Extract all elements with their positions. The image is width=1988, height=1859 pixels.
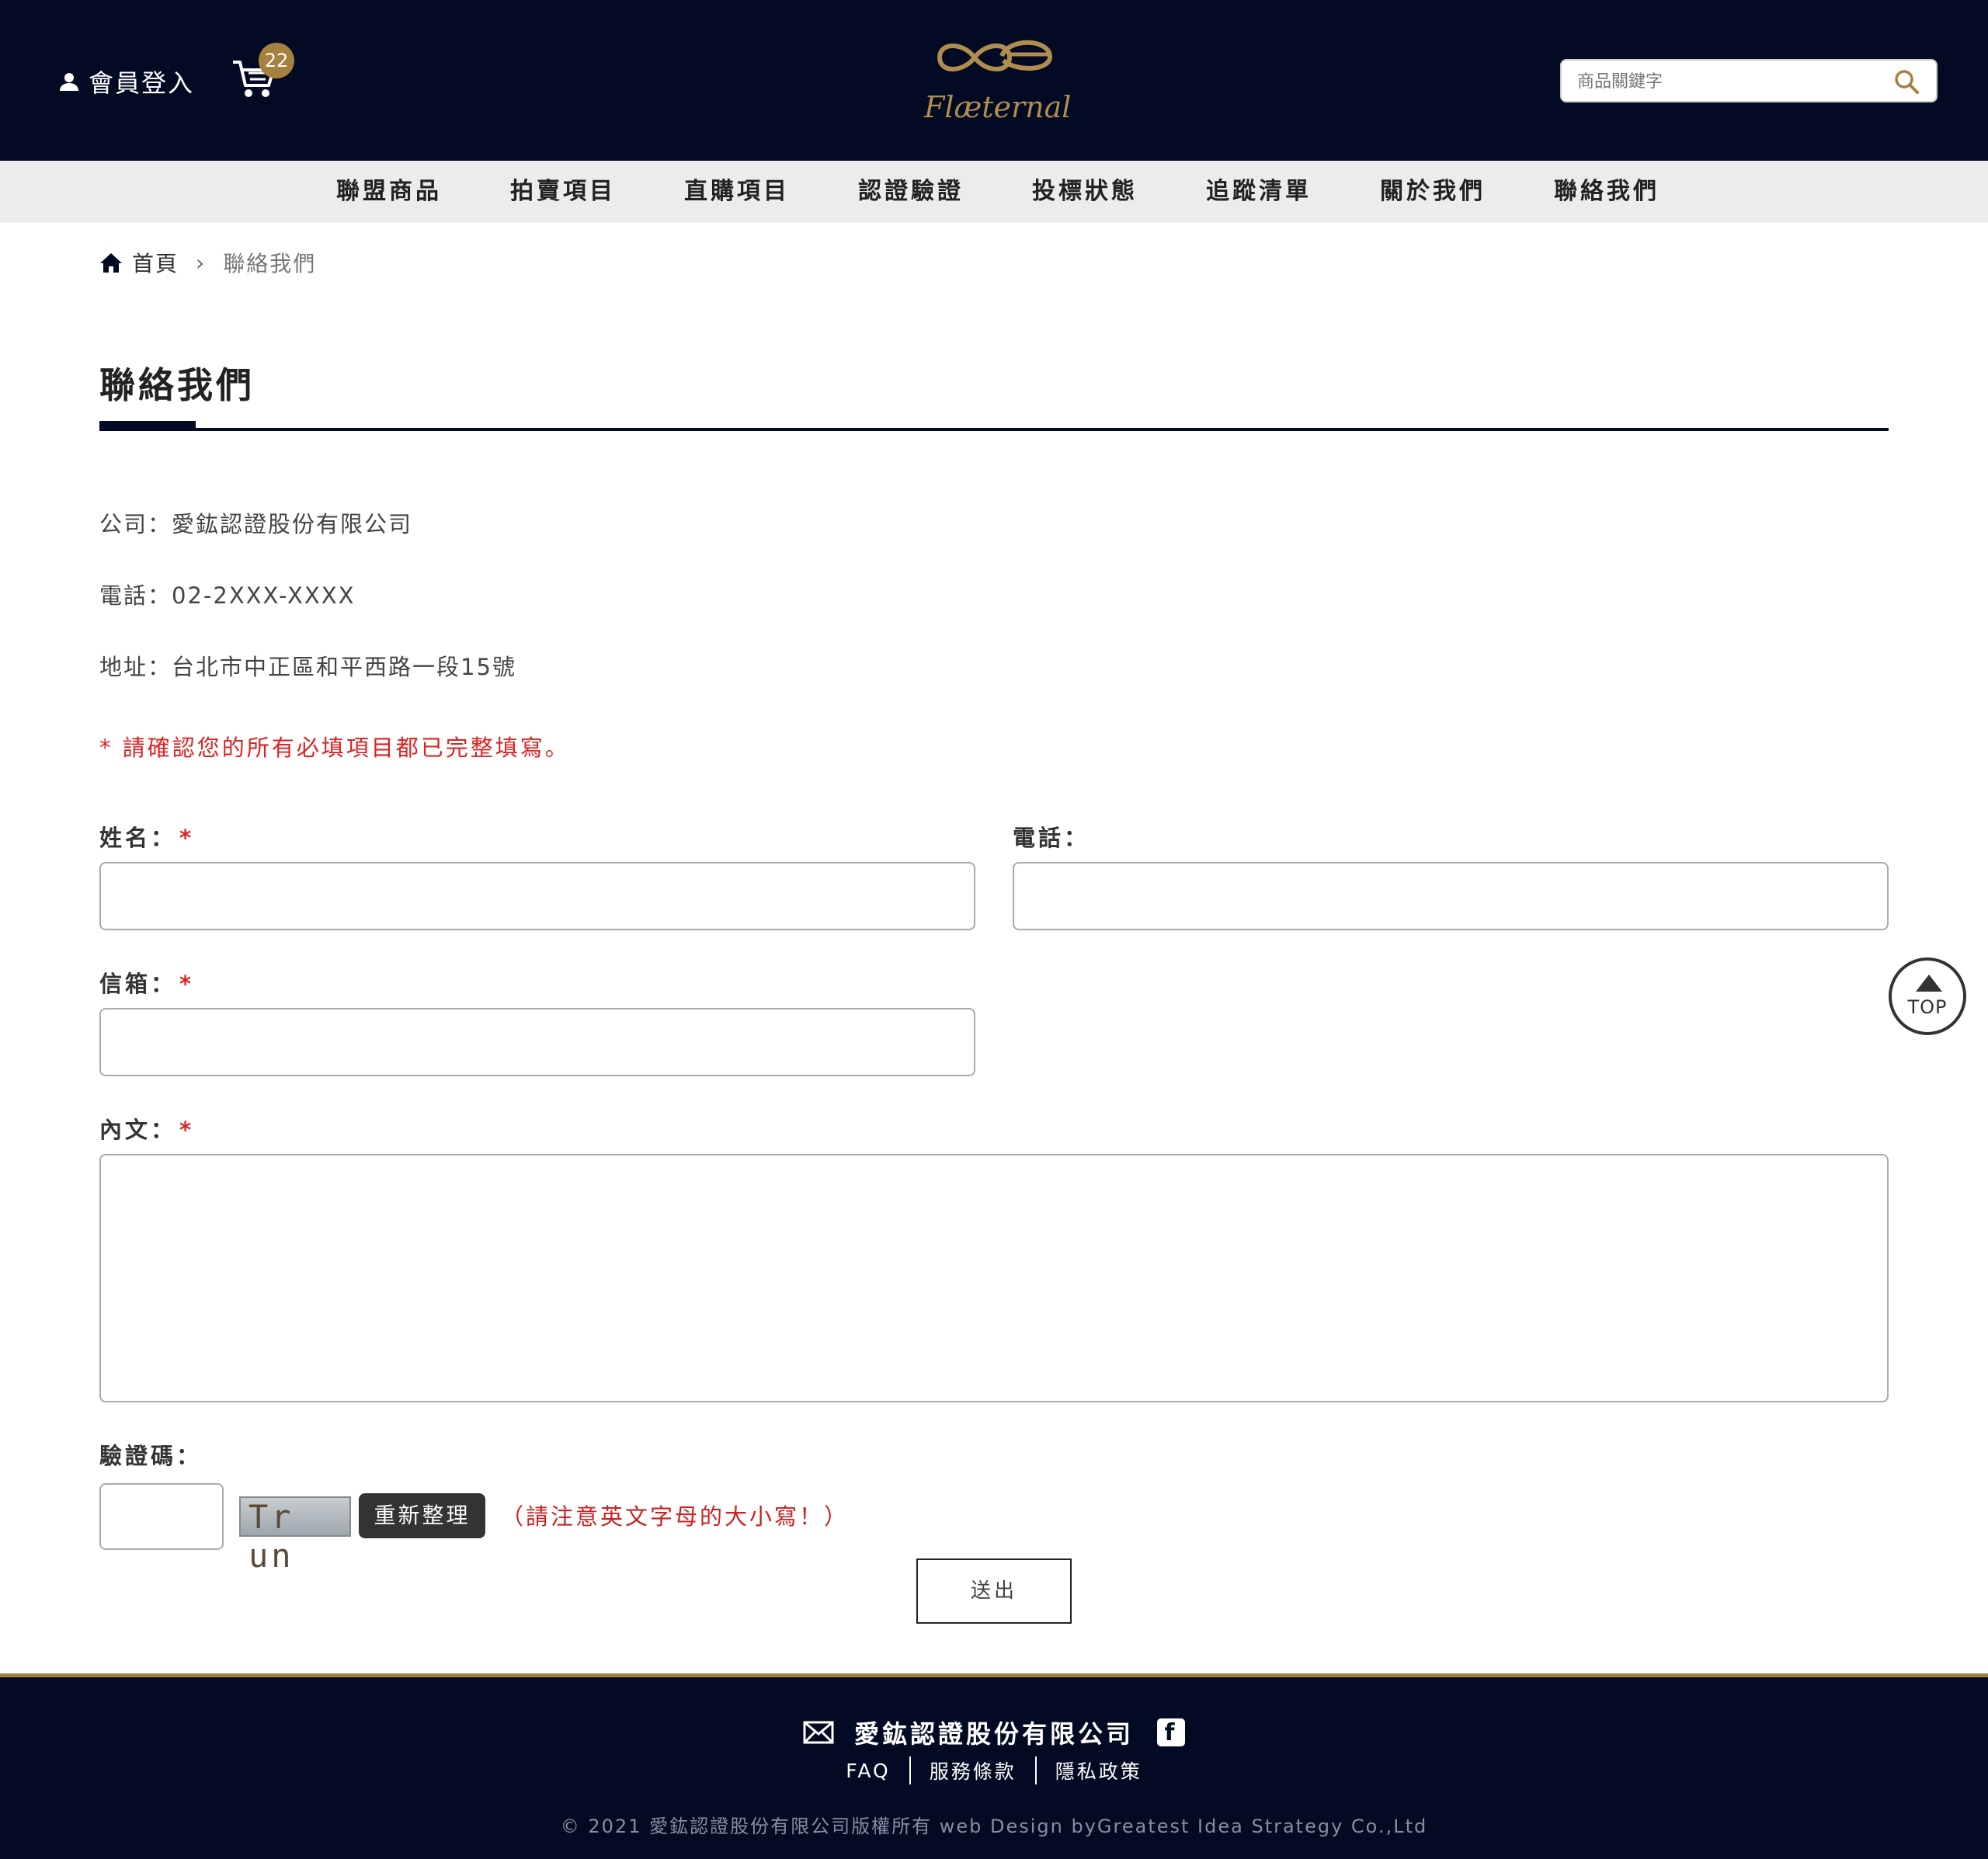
logo-mark-icon [937,40,1052,71]
name-label: 姓名： * [99,825,195,851]
back-to-top-button[interactable]: TOP [1889,957,1966,1035]
breadcrumb-current: 聯絡我們 [223,251,317,276]
site-header: 會員登入 22 Flæternal [0,0,1988,161]
search-icon[interactable] [1894,69,1919,94]
nav-item-watchlist[interactable]: 追蹤清單 [1206,161,1312,223]
phone-field[interactable] [1013,862,1889,930]
back-to-top-label: TOP [1907,996,1948,1018]
content-label: 內文： * [99,1117,195,1143]
nav-item-bid-status[interactable]: 投標狀態 [1032,161,1138,223]
main-nav: 聯盟商品 拍賣項目 直購項目 認證驗證 投標狀態 追蹤清單 關於我們 聯絡我們 [0,161,1988,223]
phone-label: 電話： [1013,825,1090,851]
submit-button[interactable]: 送出 [916,1558,1072,1624]
chevron-right-icon: › [196,249,207,276]
facebook-icon[interactable]: f [1157,1718,1185,1746]
page-title: 聯絡我們 [99,364,255,406]
content-textarea[interactable] [99,1154,1889,1402]
footer-link-terms[interactable]: 服務條款 [930,1756,1017,1784]
required-mark: * [179,971,195,997]
title-accent-bar [99,421,196,431]
captcha-input[interactable] [99,1483,224,1550]
footer-company-name: 愛鈜認證股份有限公司 [853,1719,1134,1749]
captcha-refresh-button[interactable]: 重新整理 [359,1493,485,1538]
member-login-link[interactable]: 會員登入 [59,62,194,101]
arrow-up-icon [1916,975,1942,992]
search-input[interactable] [1577,68,1888,95]
footer-link-faq[interactable]: FAQ [846,1760,890,1782]
home-icon[interactable] [99,252,123,273]
cart-count-badge: 22 [259,43,294,78]
captcha-label: 驗證碼： [99,1443,203,1469]
email-field[interactable] [99,1008,975,1076]
search-box [1560,59,1938,103]
captcha-case-note: （請注意英文字母的大小寫！） [501,1503,850,1530]
site-logo[interactable]: Flæternal [924,26,1072,130]
nav-item-about[interactable]: 關於我們 [1380,161,1486,223]
mail-icon[interactable] [803,1721,834,1744]
required-mark: * [179,825,195,851]
phone-info: 電話：02-2XXX-XXXX [99,582,356,609]
address-info: 地址：台北市中正區和平西路一段15號 [99,654,516,680]
captcha-image: Tr un [239,1496,351,1575]
footer-link-privacy[interactable]: 隱私政策 [1055,1756,1142,1784]
footer-divider [1034,1756,1037,1784]
member-login-label: 會員登入 [89,68,195,98]
nav-item-auction[interactable]: 拍賣項目 [510,161,616,223]
nav-item-alliance-products[interactable]: 聯盟商品 [336,161,442,223]
footer-company: 愛鈜認證股份有限公司 f [0,1715,1988,1750]
required-notice: * 請確認您的所有必填項目都已完整填寫。 [99,735,570,761]
name-field[interactable] [99,862,975,930]
breadcrumb-home[interactable]: 首頁 [132,247,179,278]
required-mark: * [179,1117,195,1143]
site-footer: 愛鈜認證股份有限公司 f FAQ 服務條款 隱私政策 © 2021 愛鈜認證股份… [0,1673,1988,1859]
title-divider [99,428,1889,431]
user-icon [60,73,78,91]
footer-divider [909,1756,911,1784]
nav-item-direct-buy[interactable]: 直購項目 [684,161,790,223]
breadcrumb: 首頁 › 聯絡我們 [99,247,316,278]
nav-item-contact[interactable]: 聯絡我們 [1554,161,1660,223]
nav-item-verification[interactable]: 認證驗證 [858,161,964,223]
copyright: © 2021 愛鈜認證股份有限公司版權所有 web Design byGreat… [560,1816,1428,1837]
company-info: 公司：愛鈜認證股份有限公司 [99,511,413,537]
logo-text: Flæternal [924,90,1072,124]
email-label: 信箱： * [99,971,195,997]
footer-links: FAQ 服務條款 隱私政策 [0,1756,1988,1784]
